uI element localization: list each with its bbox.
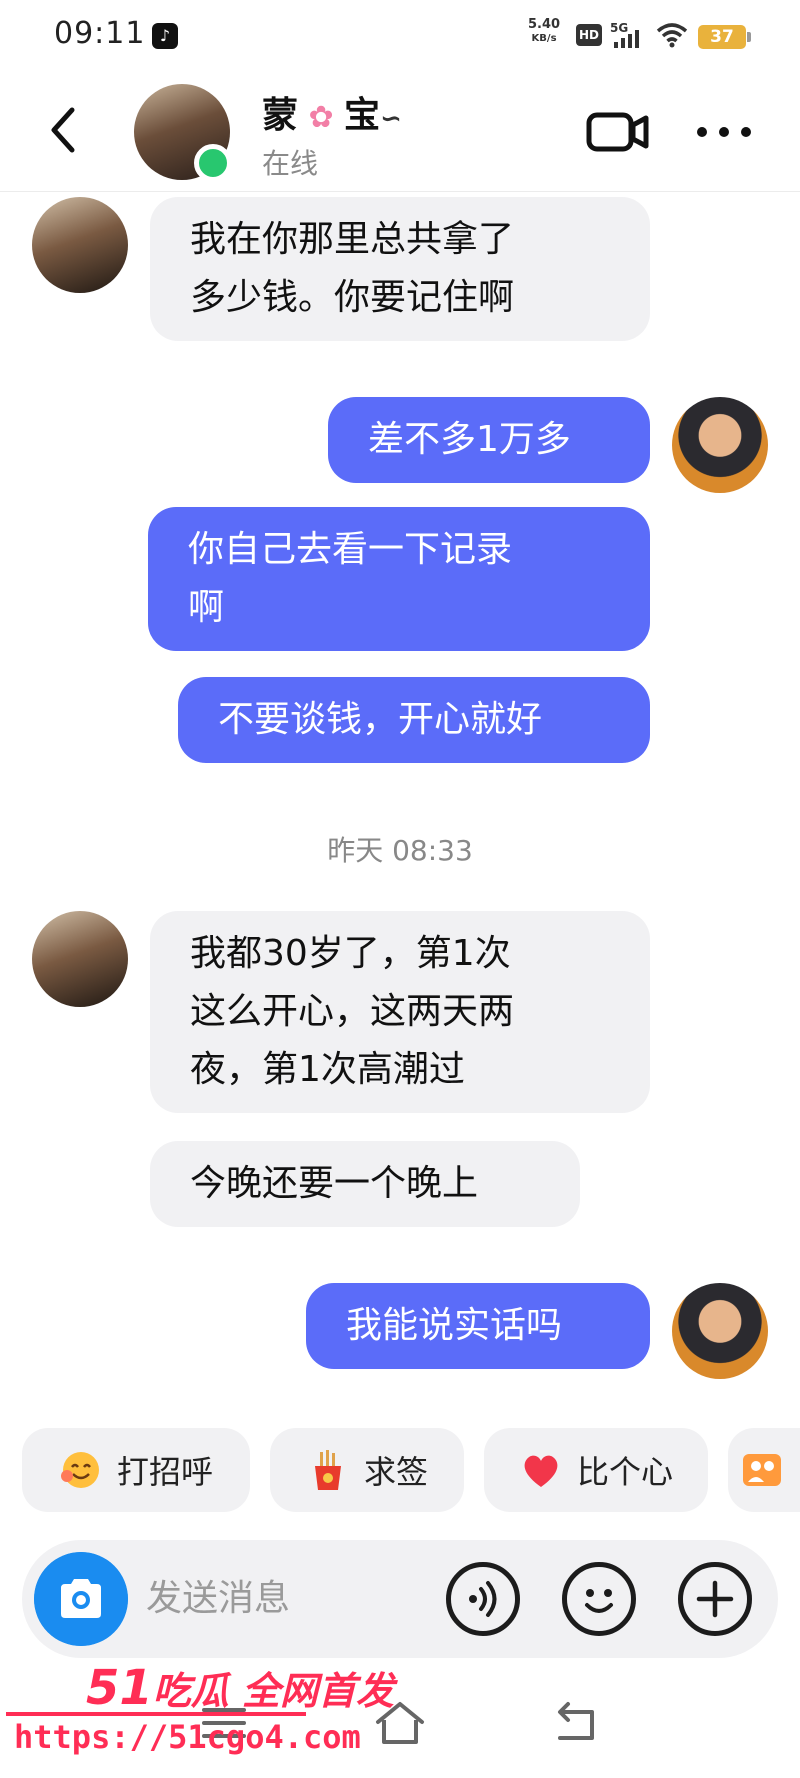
back-button[interactable] [40,100,90,160]
more-options-icon[interactable] [692,112,756,152]
quick-actions-row: 打招呼 求签 比个心 [0,1428,800,1514]
back-nav-icon[interactable] [548,1698,604,1748]
message-bubble-outgoing[interactable]: 差不多1万多 [328,397,650,483]
chat-header: 蒙 ✿ 宝∽ 在线 [0,72,800,192]
flower-decoration-icon: ✿ [298,100,345,135]
message-bubble-incoming[interactable]: 我都30岁了，第1次 这么开心，这两天两 夜，第1次高潮过 [150,911,650,1113]
quick-action-heart[interactable]: 比个心 [484,1428,708,1512]
quick-action-greet[interactable]: 打招呼 [22,1428,250,1512]
chat-message-list[interactable]: 我在你那里总共拿了 多少钱。你要记住啊 差不多1万多 你自己去看一下记录 啊 不… [0,193,800,1423]
message-bubble-incoming[interactable]: 我在你那里总共拿了 多少钱。你要记住啊 [150,197,650,341]
my-avatar[interactable] [672,1283,768,1379]
contact-name[interactable]: 蒙 ✿ 宝∽ [262,86,402,138]
status-time: 09:11 [54,16,146,51]
svg-text:5G: 5G [610,21,628,35]
status-bar: 09:11 ♪ 5.40 KB/s HD 5G 37 [0,0,800,72]
emoji-icon[interactable] [562,1562,636,1636]
contact-status: 在线 [262,147,319,180]
camera-button[interactable] [34,1552,128,1646]
wifi-icon [656,23,688,48]
fortune-sticks-icon [314,1450,341,1490]
watermark-divider [6,1712,306,1716]
watermark-brand: 51吃瓜 全网首发 [86,1660,395,1716]
swirl-decoration-icon: ∽ [380,104,402,134]
quick-action-fortune[interactable]: 求签 [270,1428,464,1512]
video-call-icon[interactable] [586,110,650,154]
message-input-bar [22,1540,778,1658]
contact-avatar-small[interactable] [32,911,128,1007]
voice-input-icon[interactable] [446,1562,520,1636]
my-avatar[interactable] [672,397,768,493]
message-bubble-outgoing[interactable]: 我能说实话吗 [306,1283,650,1369]
quick-action-group-photo[interactable] [728,1428,800,1512]
hd-icon: HD [576,24,602,46]
red-heart-icon [524,1455,558,1487]
watermark-url: https://51cgo4.com [14,1718,361,1756]
message-input[interactable] [146,1570,446,1626]
contact-avatar-small[interactable] [32,197,128,293]
online-indicator [194,144,232,182]
smile-wave-icon [60,1452,99,1488]
message-timestamp: 昨天 08:33 [327,834,473,867]
message-bubble-outgoing[interactable]: 你自己去看一下记录 啊 [148,507,650,651]
network-speed: 5.40 KB/s [528,17,561,45]
message-bubble-outgoing[interactable]: 不要谈钱，开心就好 [178,677,650,763]
cellular-signal-icon: 5G [610,21,639,48]
group-photo-icon [743,1454,781,1486]
battery-icon: 37 [698,25,751,49]
plus-icon[interactable] [678,1562,752,1636]
message-bubble-incoming[interactable]: 今晚还要一个晚上 [150,1141,580,1227]
tiktok-notification-icon: ♪ [152,23,178,49]
